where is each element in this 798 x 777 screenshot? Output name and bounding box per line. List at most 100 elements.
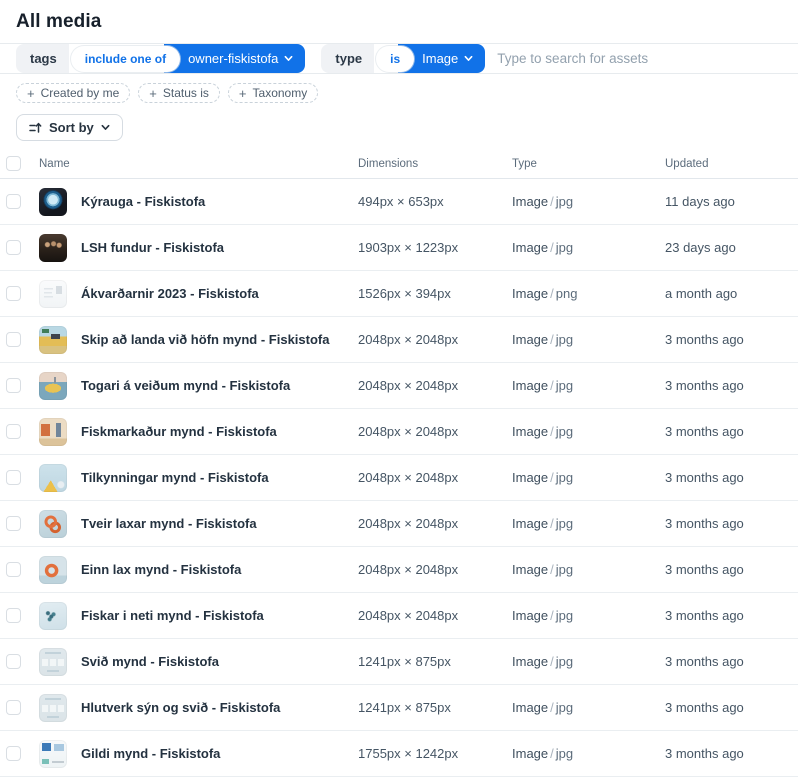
asset-thumbnail[interactable] xyxy=(39,233,67,262)
type-filter[interactable]: type is Image xyxy=(321,44,486,73)
type-separator: / xyxy=(550,193,554,209)
row-checkbox[interactable] xyxy=(6,746,21,761)
table-row[interactable]: Einn lax mynd - Fiskistofa 2048px × 2048… xyxy=(0,547,798,593)
asset-name[interactable]: Fiskar i neti mynd - Fiskistofa xyxy=(81,608,264,623)
select-all-checkbox[interactable] xyxy=(6,156,21,171)
dimensions-cell: 2048px × 2048px xyxy=(358,469,512,487)
asset-thumbnail[interactable] xyxy=(39,601,67,630)
tags-filter-operator[interactable]: include one of xyxy=(70,45,181,72)
asset-name[interactable]: LSH fundur - Fiskistofa xyxy=(81,240,224,255)
thumbnail-cell xyxy=(39,417,81,446)
name-cell: Einn lax mynd - Fiskistofa xyxy=(81,561,358,579)
asset-name[interactable]: Einn lax mynd - Fiskistofa xyxy=(81,562,241,577)
updated-cell: 23 days ago xyxy=(665,239,798,257)
asset-dimensions: 2048px × 2048px xyxy=(358,331,459,347)
asset-thumbnail[interactable] xyxy=(39,371,67,400)
asset-type: Image xyxy=(512,377,549,393)
asset-name[interactable]: Togari á veiðum mynd - Fiskistofa xyxy=(81,378,290,393)
asset-format: jpg xyxy=(555,331,574,347)
asset-thumbnail[interactable] xyxy=(39,279,67,308)
asset-dimensions: 2048px × 2048px xyxy=(358,607,459,623)
asset-thumbnail[interactable] xyxy=(39,647,67,676)
asset-name[interactable]: Svið mynd - Fiskistofa xyxy=(81,654,219,669)
asset-type: Image xyxy=(512,745,549,761)
table-row[interactable]: Skip að landa við höfn mynd - Fiskistofa… xyxy=(0,317,798,363)
table-row[interactable]: Gildi mynd - Fiskistofa 1755px × 1242px … xyxy=(0,731,798,777)
asset-type: Image xyxy=(512,285,549,301)
tags-filter[interactable]: tags include one of owner-fiskistofa xyxy=(16,44,306,73)
table-row[interactable]: Tilkynningar mynd - Fiskistofa 2048px × … xyxy=(0,455,798,501)
page-header: All media xyxy=(0,0,798,43)
table-row[interactable]: Hlutverk sýn og svið - Fiskistofa 1241px… xyxy=(0,685,798,731)
tags-filter-value[interactable]: owner-fiskistofa xyxy=(164,44,306,73)
column-header-updated[interactable]: Updated xyxy=(665,158,798,170)
asset-thumbnail[interactable] xyxy=(39,417,67,446)
add-filter-status-is[interactable]: + Status is xyxy=(138,83,220,103)
asset-name[interactable]: Ákvarðarnir 2023 - Fiskistofa xyxy=(81,286,259,301)
table-row[interactable]: LSH fundur - Fiskistofa 1903px × 1223px … xyxy=(0,225,798,271)
table-row[interactable]: Tveir laxar mynd - Fiskistofa 2048px × 2… xyxy=(0,501,798,547)
add-filter-label: Status is xyxy=(162,86,209,100)
row-checkbox[interactable] xyxy=(6,654,21,669)
asset-name[interactable]: Gildi mynd - Fiskistofa xyxy=(81,746,220,761)
asset-type: Image xyxy=(512,331,549,347)
row-checkbox-cell xyxy=(0,378,39,393)
asset-name[interactable]: Tilkynningar mynd - Fiskistofa xyxy=(81,470,269,485)
search-input[interactable] xyxy=(497,51,798,66)
asset-thumbnail[interactable] xyxy=(39,739,67,768)
row-checkbox[interactable] xyxy=(6,194,21,209)
row-checkbox[interactable] xyxy=(6,286,21,301)
thumbnail-cell xyxy=(39,601,81,630)
sort-by-button[interactable]: Sort by xyxy=(16,114,123,141)
asset-thumbnail[interactable] xyxy=(39,187,67,216)
column-header-name[interactable]: Name xyxy=(39,158,358,170)
table-row[interactable]: Togari á veiðum mynd - Fiskistofa 2048px… xyxy=(0,363,798,409)
asset-updated: 3 months ago xyxy=(665,699,744,715)
asset-name[interactable]: Fiskmarkaður mynd - Fiskistofa xyxy=(81,424,277,439)
row-checkbox[interactable] xyxy=(6,240,21,255)
row-checkbox[interactable] xyxy=(6,562,21,577)
asset-type: Image xyxy=(512,699,549,715)
asset-thumbnail[interactable] xyxy=(39,555,67,584)
row-checkbox[interactable] xyxy=(6,424,21,439)
table-row[interactable]: Kýrauga - Fiskistofa 494px × 653px Image… xyxy=(0,179,798,225)
row-checkbox[interactable] xyxy=(6,470,21,485)
column-header-type[interactable]: Type xyxy=(512,158,665,170)
asset-format: jpg xyxy=(555,653,574,669)
thumbnail-cell xyxy=(39,371,81,400)
asset-name[interactable]: Tveir laxar mynd - Fiskistofa xyxy=(81,516,257,531)
row-checkbox[interactable] xyxy=(6,332,21,347)
row-checkbox[interactable] xyxy=(6,378,21,393)
asset-name[interactable]: Kýrauga - Fiskistofa xyxy=(81,194,205,209)
table-row[interactable]: Fiskmarkaður mynd - Fiskistofa 2048px × … xyxy=(0,409,798,455)
table-row[interactable]: Svið mynd - Fiskistofa 1241px × 875px Im… xyxy=(0,639,798,685)
asset-format: jpg xyxy=(555,699,574,715)
asset-dimensions: 2048px × 2048px xyxy=(358,469,459,485)
asset-table-body: Kýrauga - Fiskistofa 494px × 653px Image… xyxy=(0,179,798,777)
add-filter-taxonomy[interactable]: + Taxonomy xyxy=(227,83,319,103)
thumbnail-cell xyxy=(39,693,81,722)
select-all-cell xyxy=(0,156,39,171)
asset-dimensions: 1903px × 1223px xyxy=(358,239,459,255)
asset-name[interactable]: Hlutverk sýn og svið - Fiskistofa xyxy=(81,700,280,715)
asset-thumbnail[interactable] xyxy=(39,325,67,354)
row-checkbox-cell xyxy=(0,562,39,577)
table-row[interactable]: Ákvarðarnir 2023 - Fiskistofa 1526px × 3… xyxy=(0,271,798,317)
row-checkbox[interactable] xyxy=(6,700,21,715)
asset-updated: a month ago xyxy=(665,285,738,301)
row-checkbox[interactable] xyxy=(6,608,21,623)
asset-updated: 3 months ago xyxy=(665,377,744,393)
asset-dimensions: 2048px × 2048px xyxy=(358,377,459,393)
name-cell: Fiskar i neti mynd - Fiskistofa xyxy=(81,607,358,625)
add-filter-created-by-me[interactable]: + Created by me xyxy=(16,83,131,103)
thumbnail-cell xyxy=(39,233,81,262)
asset-thumbnail[interactable] xyxy=(39,693,67,722)
row-checkbox[interactable] xyxy=(6,516,21,531)
name-cell: Ákvarðarnir 2023 - Fiskistofa xyxy=(81,285,358,303)
asset-thumbnail[interactable] xyxy=(39,463,67,492)
table-row[interactable]: Fiskar i neti mynd - Fiskistofa 2048px ×… xyxy=(0,593,798,639)
asset-thumbnail[interactable] xyxy=(39,509,67,538)
type-filter-operator[interactable]: is xyxy=(376,45,415,72)
asset-name[interactable]: Skip að landa við höfn mynd - Fiskistofa xyxy=(81,332,329,347)
column-header-dimensions[interactable]: Dimensions xyxy=(358,158,512,170)
